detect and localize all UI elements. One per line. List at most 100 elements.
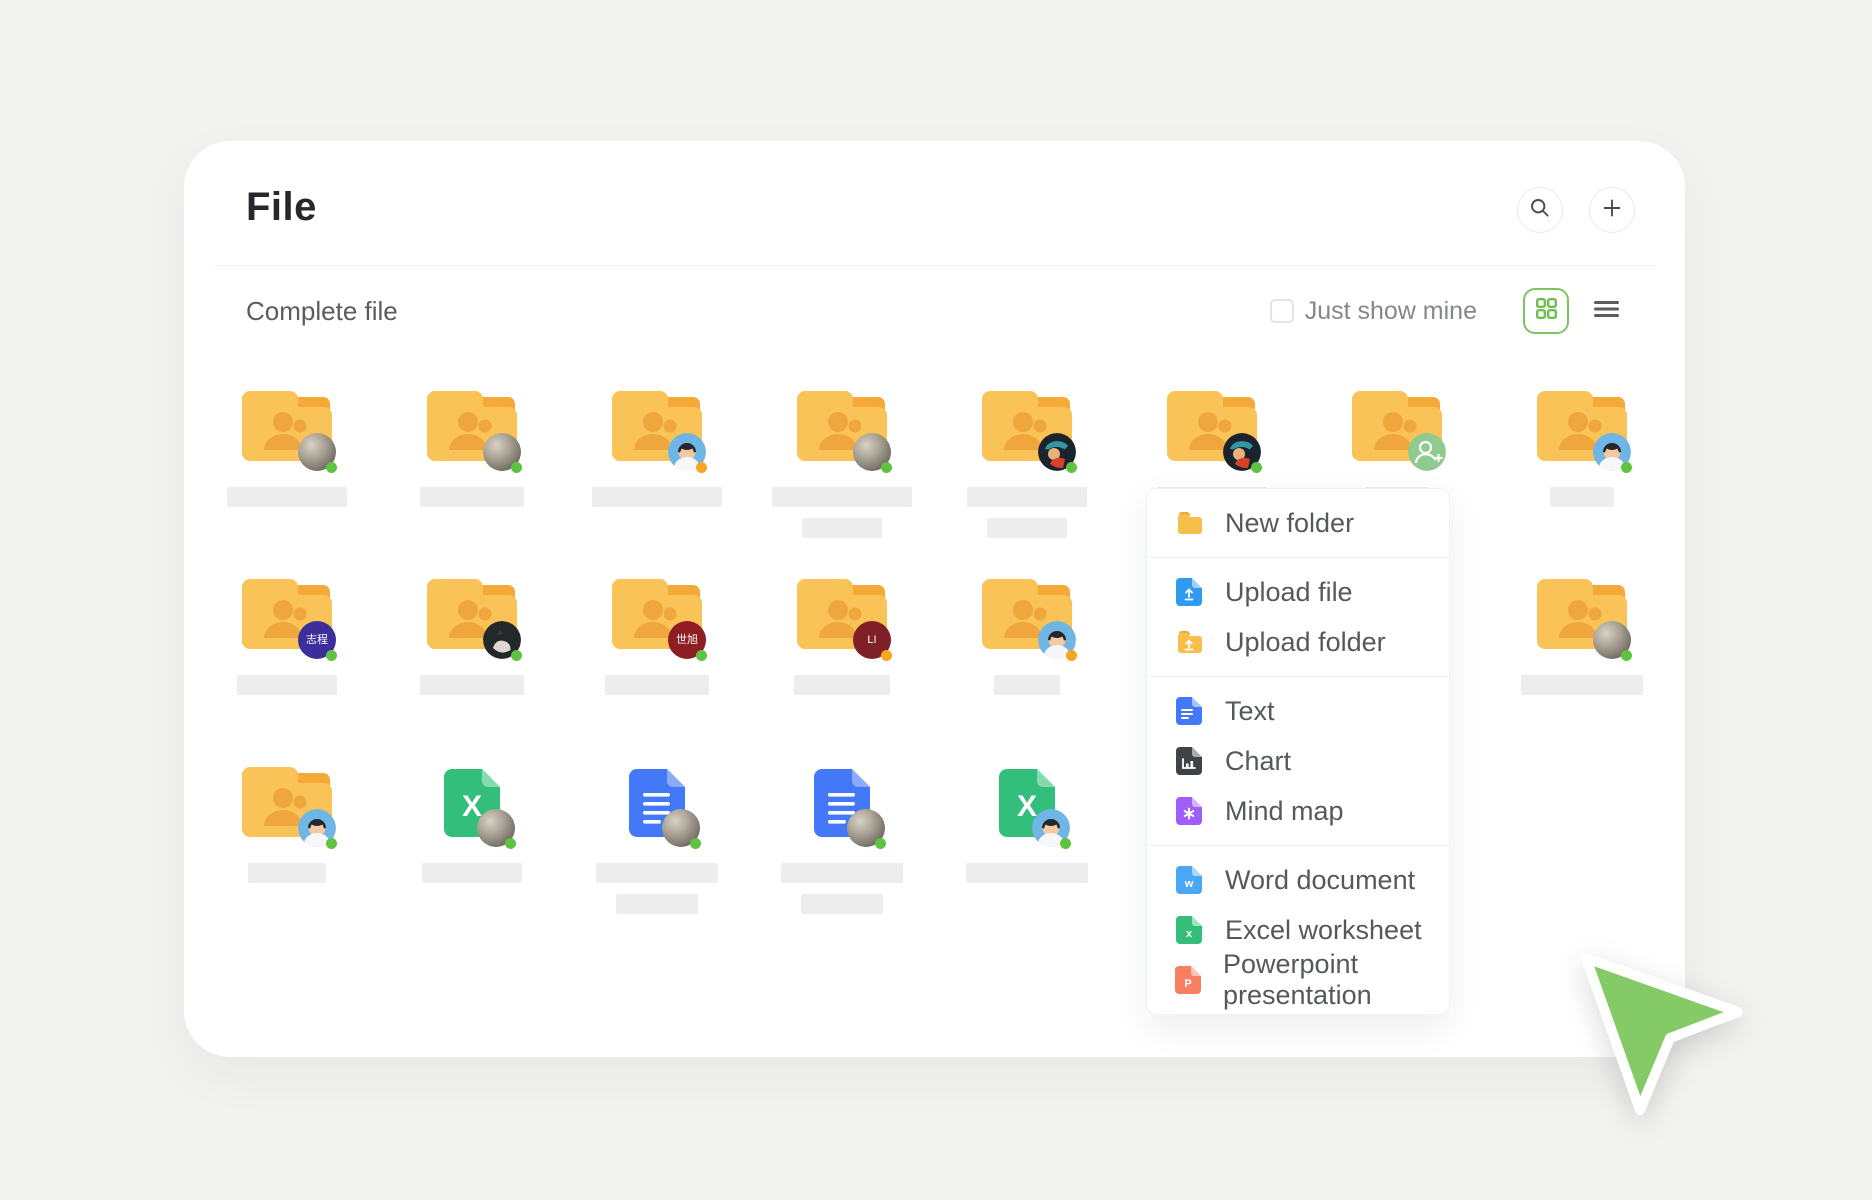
status-dot [1066, 650, 1077, 661]
doc-file-item[interactable] [602, 757, 712, 911]
skeleton-lines [972, 675, 1082, 695]
item-icon-box [797, 381, 887, 461]
header-divider [214, 265, 1655, 266]
item-icon-box [1167, 381, 1257, 461]
folder-item[interactable] [232, 757, 342, 911]
status-dot [326, 462, 337, 473]
chart-doc-icon [1175, 747, 1203, 775]
folder-item[interactable] [602, 381, 712, 535]
item-icon-box: 世旭 [612, 569, 702, 649]
folder-item[interactable] [417, 569, 527, 723]
filename-skeleton [794, 675, 890, 695]
svg-text:P: P [1184, 978, 1191, 990]
owner-avatar-badge [1038, 621, 1076, 659]
invite-user-avatar [1408, 433, 1446, 471]
status-dot [696, 650, 707, 661]
skeleton-lines [602, 675, 712, 695]
status-dot [696, 462, 707, 473]
menu-item-chart[interactable]: Chart [1147, 736, 1449, 786]
menu-item-upload-folder[interactable]: Upload folder [1147, 617, 1449, 667]
owner-avatar-badge: 志程 [298, 621, 336, 659]
status-dot [1621, 462, 1632, 473]
item-icon-box [612, 757, 702, 837]
filename-skeleton [1521, 675, 1643, 695]
add-button[interactable] [1589, 187, 1635, 233]
skeleton-lines [417, 863, 527, 883]
item-icon-box: LI [797, 569, 887, 649]
folder-item[interactable] [417, 381, 527, 535]
menu-item-excel-worksheet[interactable]: x Excel worksheet [1147, 905, 1449, 955]
owner-avatar-badge [668, 433, 706, 471]
status-dot [505, 838, 516, 849]
menu-item-label: Chart [1225, 746, 1291, 777]
menu-item-word-document[interactable]: w Word document [1147, 855, 1449, 905]
owner-avatar-badge [847, 809, 885, 847]
folder-item[interactable] [787, 381, 897, 535]
skeleton-lines [232, 675, 342, 695]
skeleton-lines [602, 863, 712, 914]
folder-item[interactable] [972, 381, 1082, 535]
menu-item-label: Excel worksheet [1225, 915, 1422, 946]
menu-item-upload-file[interactable]: Upload file [1147, 567, 1449, 617]
search-button[interactable] [1517, 187, 1563, 233]
folder-item[interactable]: LI [787, 569, 897, 723]
filename-skeleton [420, 675, 524, 695]
filename-skeleton [596, 863, 718, 883]
filename-skeleton [420, 487, 524, 507]
filename-skeleton [1550, 487, 1614, 507]
filename-skeleton [994, 675, 1060, 695]
list-view-button[interactable] [1583, 288, 1629, 334]
menu-item-label: Upload folder [1225, 627, 1386, 658]
filename-skeleton [616, 894, 698, 914]
menu-item-powerpoint-presentation[interactable]: P Powerpoint presentation [1147, 955, 1449, 1005]
item-icon-box: X [427, 757, 517, 837]
folder-item[interactable] [1527, 569, 1637, 723]
mindmap-doc-icon [1175, 797, 1203, 825]
menu-item-label: Mind map [1225, 796, 1344, 827]
menu-item-mind-map[interactable]: Mind map [1147, 786, 1449, 836]
folder-item[interactable] [972, 569, 1082, 723]
filename-skeleton [237, 675, 337, 695]
item-icon-box [982, 381, 1072, 461]
filename-skeleton [772, 487, 912, 507]
header-actions [1517, 187, 1635, 233]
grid-view-icon [1534, 296, 1559, 326]
status-dot [1060, 838, 1071, 849]
item-icon-box [1352, 381, 1442, 461]
item-icon-box [427, 381, 517, 461]
menu-item-text[interactable]: Text [1147, 686, 1449, 736]
excel-doc-icon: x [1175, 916, 1203, 944]
plus-icon [1601, 197, 1623, 224]
menu-group: Upload file Upload folder [1147, 557, 1449, 676]
owner-avatar-badge [483, 433, 521, 471]
owner-avatar-badge [1223, 433, 1261, 471]
toolbar: Complete file Just show mine [246, 287, 1629, 335]
folder-item[interactable] [232, 381, 342, 535]
menu-group: w Word document x Excel worksheet P Powe… [1147, 845, 1449, 1014]
excel-file-item[interactable]: X [972, 757, 1082, 911]
menu-item-label: Upload file [1225, 577, 1353, 608]
skeleton-lines [1527, 487, 1637, 507]
folder-item[interactable]: 志程 [232, 569, 342, 723]
grid-view-button[interactable] [1523, 288, 1569, 334]
owner-avatar-badge: LI [853, 621, 891, 659]
skeleton-lines [787, 863, 897, 914]
excel-file-item[interactable]: X [417, 757, 527, 911]
just-show-mine-checkbox[interactable] [1270, 299, 1294, 323]
skeleton-lines [972, 863, 1082, 883]
new-folder-icon [1175, 512, 1203, 535]
empty-grid-slot [1527, 757, 1637, 911]
status-dot [881, 650, 892, 661]
folder-item[interactable]: 世旭 [602, 569, 712, 723]
filename-skeleton [605, 675, 709, 695]
menu-item-label: Powerpoint presentation [1223, 949, 1449, 1011]
owner-avatar-badge [1593, 433, 1631, 471]
status-dot [1621, 650, 1632, 661]
upload-folder-icon [1175, 631, 1203, 654]
filename-skeleton [802, 518, 882, 538]
skeleton-lines [417, 487, 527, 507]
owner-avatar-badge [1038, 433, 1076, 471]
doc-file-item[interactable] [787, 757, 897, 911]
menu-item-new-folder[interactable]: New folder [1147, 498, 1449, 548]
folder-item[interactable] [1527, 381, 1637, 535]
